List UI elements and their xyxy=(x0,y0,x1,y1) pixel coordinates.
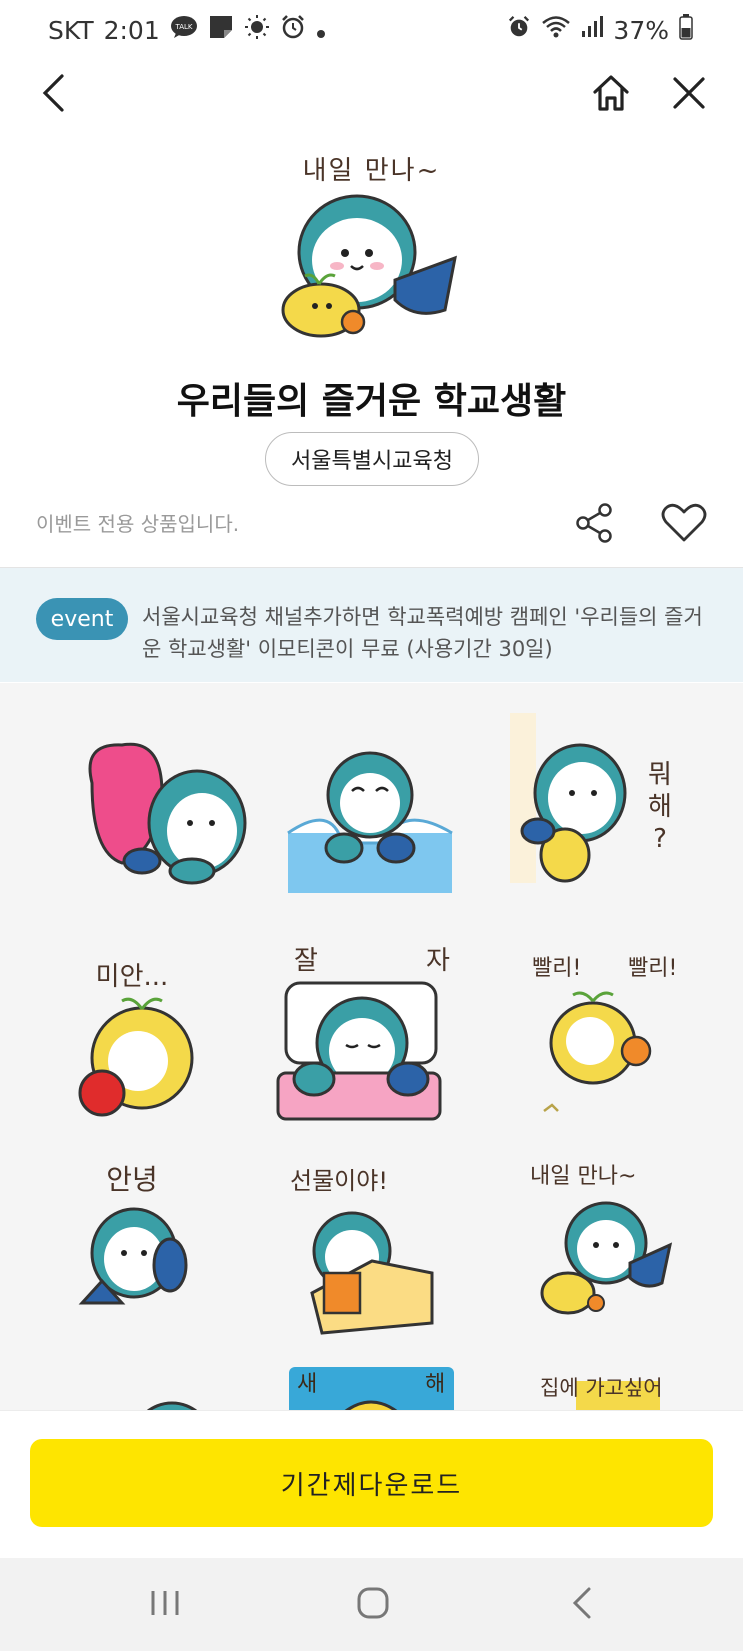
signal-icon xyxy=(581,15,604,45)
svg-text:내일 만나~: 내일 만나~ xyxy=(530,1164,636,1189)
close-icon xyxy=(673,77,705,109)
dot-icon xyxy=(316,16,326,45)
svg-text:안녕: 안녕 xyxy=(106,1163,158,1196)
sticker-image xyxy=(287,751,453,893)
sticker-image: 안녕 xyxy=(78,1163,188,1305)
sticker-item[interactable]: 집에 가고싶어 xyxy=(540,1367,740,1411)
heart-icon xyxy=(661,503,707,542)
event-only-notice: 이벤트 전용 상품입니다. xyxy=(36,512,240,536)
svg-text:새: 새 xyxy=(297,1372,317,1397)
status-bar: SKT 2:01 TALK 37% xyxy=(0,0,743,60)
sticker-item[interactable] xyxy=(272,723,472,923)
sticker-item[interactable]: 내일 만나~ xyxy=(530,1153,730,1353)
page-title: 우리들의 즐거운 학교생활 xyxy=(176,381,567,422)
svg-text:선물이야!: 선물이야! xyxy=(290,1167,388,1195)
alarm-icon xyxy=(507,15,531,45)
sticker-item[interactable] xyxy=(62,1363,262,1411)
brightness-icon xyxy=(244,14,270,46)
svg-text:미안...: 미안... xyxy=(96,962,169,992)
note-icon xyxy=(208,14,234,46)
sticker-image xyxy=(145,1401,199,1411)
svg-text:집에 가고싶어: 집에 가고싶어 xyxy=(540,1376,663,1400)
sticker-image: 잘 자 xyxy=(276,946,450,1121)
wifi-icon xyxy=(541,15,571,45)
chevron-left-icon xyxy=(42,74,64,112)
alarm-icon xyxy=(280,14,306,46)
sticker-item[interactable]: 선물이야! xyxy=(282,1153,482,1353)
svg-text:빨리!: 빨리! xyxy=(628,956,677,981)
sticker-item[interactable]: 새 해 xyxy=(289,1367,489,1411)
sticker-item[interactable]: 빨리! 빨리! xyxy=(528,943,728,1143)
home-icon xyxy=(593,75,629,111)
svg-text:빨리!: 빨리! xyxy=(532,956,581,981)
sticker-image: 선물이야! xyxy=(290,1167,434,1335)
sticker-item[interactable]: 잘 자 xyxy=(276,933,476,1133)
sticker-image: 집에 가고싶어 xyxy=(540,1376,663,1411)
share-icon xyxy=(576,503,612,543)
status-right: 37% xyxy=(507,14,693,46)
chevron-left-icon xyxy=(572,1587,591,1619)
home-nav-button[interactable] xyxy=(343,1578,403,1628)
sticker-item[interactable]: 안녕 xyxy=(62,1153,262,1353)
home-button[interactable] xyxy=(586,68,636,118)
svg-text:TALK: TALK xyxy=(174,23,192,31)
hero-sticker-image xyxy=(265,180,475,345)
svg-text:잘: 잘 xyxy=(294,946,318,976)
clock: 2:01 xyxy=(103,15,160,45)
home-circle-icon xyxy=(357,1587,389,1619)
sticker-image: 내일 만나~ xyxy=(530,1164,673,1315)
svg-text:뭐: 뭐 xyxy=(648,760,672,790)
sticker-image: 빨리! 빨리! xyxy=(532,956,677,1112)
status-left: SKT 2:01 TALK xyxy=(48,14,326,46)
sticker-image: 새 해 xyxy=(289,1367,454,1411)
sticker-image: 뭐 해 ? xyxy=(510,713,672,883)
sticker-image xyxy=(88,742,247,885)
talk-icon: TALK xyxy=(170,15,198,45)
carrier-label: SKT xyxy=(48,15,94,45)
recent-apps-button[interactable] xyxy=(135,1578,195,1628)
back-button[interactable] xyxy=(28,68,78,118)
back-nav-button[interactable] xyxy=(552,1578,612,1628)
share-button[interactable] xyxy=(566,495,622,551)
sticker-item[interactable] xyxy=(62,723,262,923)
sticker-item[interactable]: 뭐 해 ? xyxy=(510,713,710,913)
download-button[interactable]: 기간제다운로드 xyxy=(30,1439,713,1527)
battery-percent: 37% xyxy=(613,15,669,45)
sticker-image: 미안... xyxy=(78,962,194,1117)
svg-text:자: 자 xyxy=(426,946,450,976)
event-description: 서울시교육청 채널추가하면 학교폭력예방 캠페인 '우리들의 즐거운 학교생활'… xyxy=(142,605,703,661)
battery-icon xyxy=(679,14,693,46)
author-button[interactable]: 서울특별시교육청 xyxy=(265,432,479,486)
sticker-item[interactable]: 미안... xyxy=(62,943,262,1143)
event-badge: event xyxy=(36,598,128,640)
recent-apps-icon xyxy=(151,1591,179,1615)
svg-text:?: ? xyxy=(653,824,667,854)
favorite-button[interactable] xyxy=(656,495,712,551)
svg-text:해: 해 xyxy=(648,792,672,822)
svg-text:해: 해 xyxy=(425,1372,445,1397)
close-button[interactable] xyxy=(664,68,714,118)
sticker-grid: 뭐 해 ? 미안... 잘 자 빨리! 빨리! 안녕 선물이야! 내일 만나~ … xyxy=(0,683,743,1411)
